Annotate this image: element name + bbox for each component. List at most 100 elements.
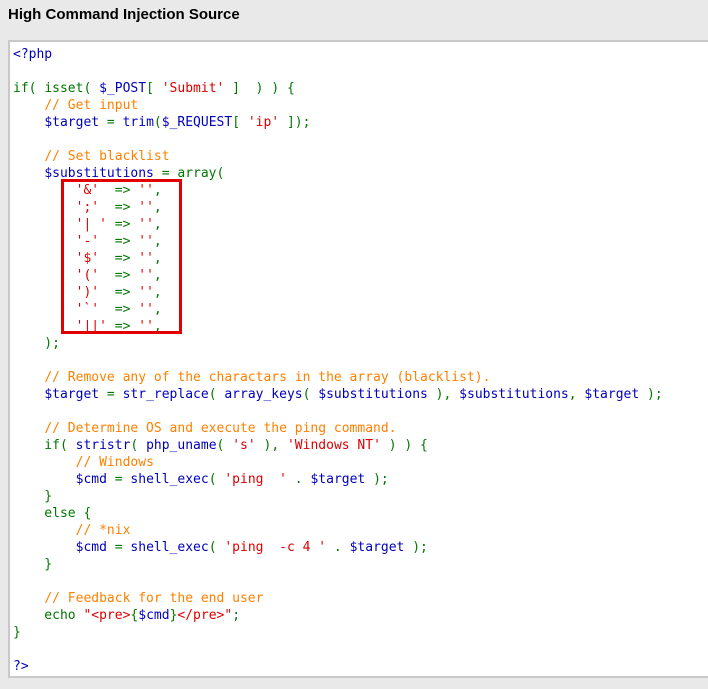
code-line: } (13, 488, 663, 505)
code-token: $target (44, 115, 100, 130)
code-token: $cmd (75, 472, 107, 487)
code-line: // Windows (13, 454, 663, 471)
code-line: ); (13, 335, 663, 352)
code-line: // Get input (13, 97, 663, 114)
code-line: if( isset( $_POST[ 'Submit' ] ) ) { (13, 80, 663, 97)
code-token: => (99, 268, 139, 283)
code-token: '' (138, 217, 154, 232)
code-token: , (153, 200, 162, 215)
code-line: $cmd = shell_exec( 'ping -c 4 ' . $targe… (13, 539, 663, 556)
code-token: ]); (279, 115, 311, 130)
code-line: ')' => '', (13, 284, 663, 301)
code-token: , (153, 319, 162, 334)
code-token: else { (13, 506, 92, 521)
code-token: // Determine OS and execute the ping com… (44, 421, 397, 436)
code-line: $cmd = shell_exec( 'ping ' . $target ); (13, 471, 663, 488)
code-token: , (153, 251, 162, 266)
code-token: </pre>" (177, 608, 233, 623)
php-source-code: <?php if( isset( $_POST[ 'Submit' ] ) ) … (13, 46, 663, 675)
code-token: = array( (153, 166, 225, 181)
code-token: . (286, 472, 311, 487)
code-line: } (13, 556, 663, 573)
code-token: , (153, 268, 162, 283)
code-token: // Windows (75, 455, 154, 470)
code-token: $target (310, 472, 366, 487)
code-line: if( stristr( php_uname( 's' ), 'Windows … (13, 437, 663, 454)
code-token: => (99, 183, 139, 198)
code-token: } (13, 625, 21, 640)
code-token: '`' (75, 302, 100, 317)
code-token: '' (138, 234, 154, 249)
code-line: // Feedback for the end user (13, 590, 663, 607)
code-token: '-' (75, 234, 100, 249)
code-token: ] ) ) { (224, 81, 295, 96)
code-token: ( (216, 438, 233, 453)
code-token: if( (13, 438, 76, 453)
code-token: 'ping ' (224, 472, 287, 487)
code-line: '||' => '', (13, 318, 663, 335)
code-token: = (106, 472, 131, 487)
code-token: ( (208, 387, 225, 402)
code-token: => (106, 319, 139, 334)
code-token: => (106, 217, 139, 232)
code-token: ( (83, 81, 100, 96)
code-token: ';' (75, 200, 100, 215)
code-line: '| ' => '', (13, 216, 663, 233)
code-token: ; (232, 608, 241, 623)
code-token: trim (122, 115, 154, 130)
code-token: , (153, 302, 162, 317)
code-token: = (99, 387, 123, 402)
code-token: '(' (75, 268, 100, 283)
code-token: '&' (75, 183, 100, 198)
code-token: 'ip' (247, 115, 280, 130)
code-token: // Set blacklist (44, 149, 170, 164)
code-token: ); (13, 336, 60, 351)
code-token: if( (13, 81, 45, 96)
code-token: array_keys (224, 387, 303, 402)
code-token: ); (365, 472, 389, 487)
code-token: $target (349, 540, 405, 555)
code-token: [ (146, 81, 162, 96)
code-token: => (99, 285, 139, 300)
code-token: '' (138, 251, 154, 266)
code-token: ( (130, 438, 147, 453)
code-token: // *nix (75, 523, 131, 538)
code-line: '(' => '', (13, 267, 663, 284)
code-token: $substitutions (459, 387, 569, 402)
code-token: ); (639, 387, 663, 402)
code-line: else { (13, 505, 663, 522)
code-token: php_uname (146, 438, 217, 453)
code-token: $substitutions (318, 387, 428, 402)
code-token: ( (153, 115, 162, 130)
code-token: $_REQUEST (161, 115, 233, 130)
code-line: echo "<pre>{$cmd}</pre>"; (13, 607, 663, 624)
code-token: '$' (75, 251, 100, 266)
code-token: , (153, 183, 162, 198)
code-token: => (99, 234, 139, 249)
code-line: $target = str_replace( array_keys( $subs… (13, 386, 663, 403)
code-token: "<pre> (83, 608, 131, 623)
code-token: $target (44, 387, 100, 402)
code-token: shell_exec (130, 472, 209, 487)
code-line: '-' => '', (13, 233, 663, 250)
code-token: $_POST (99, 81, 147, 96)
code-token: ?> (13, 659, 29, 674)
code-token: ( (208, 472, 225, 487)
code-token: ), (427, 387, 460, 402)
code-token: '||' (75, 319, 107, 334)
